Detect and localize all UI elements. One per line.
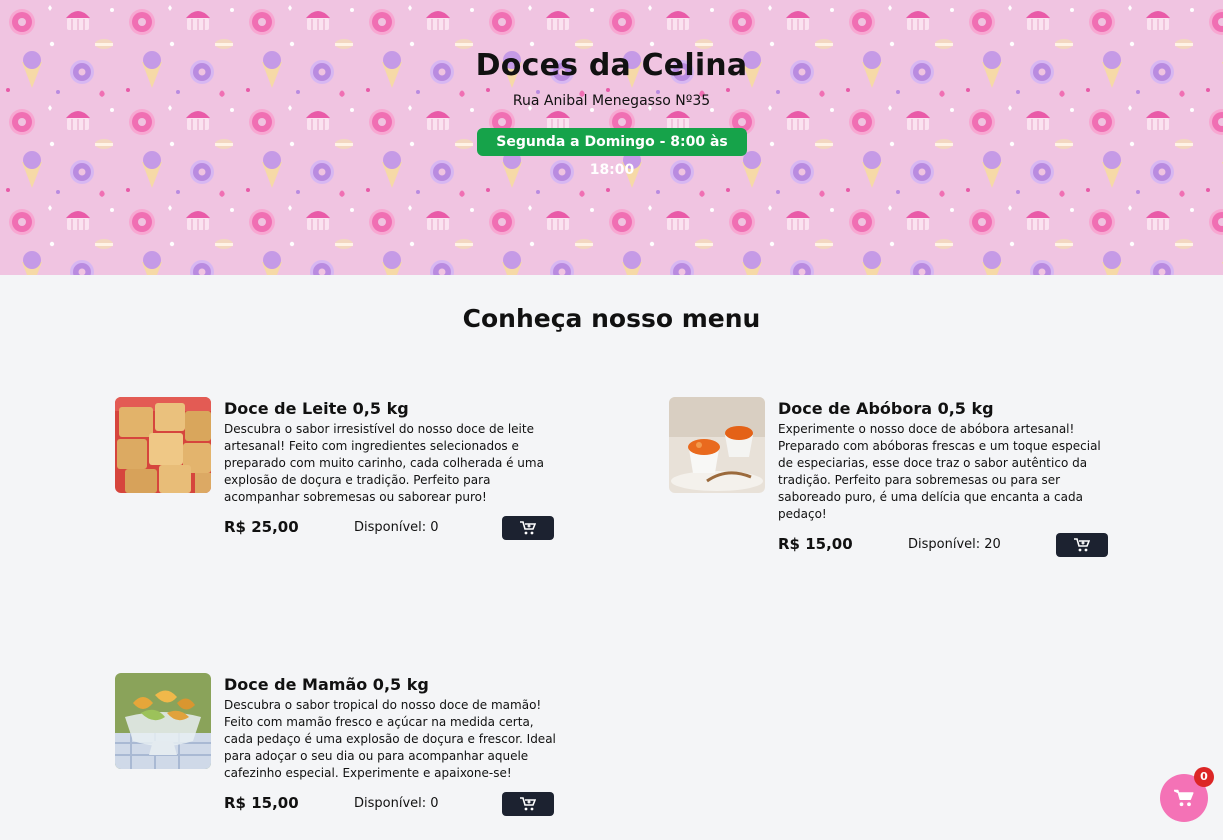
product-stock: Disponível: 20 bbox=[908, 537, 1001, 552]
product-name: Doce de Leite 0,5 kg bbox=[224, 399, 409, 418]
product-name: Doce de Abóbora 0,5 kg bbox=[778, 399, 994, 418]
product-price: R$ 15,00 bbox=[778, 535, 853, 553]
add-to-cart-button[interactable] bbox=[502, 792, 554, 816]
add-to-cart-button[interactable] bbox=[1056, 533, 1108, 557]
product-price: R$ 15,00 bbox=[224, 794, 299, 812]
hero-banner: Doces da Celina Rua Anibal Menegasso Nº3… bbox=[0, 0, 1223, 275]
product-description: Descubra o sabor tropical do nosso doce … bbox=[224, 698, 556, 780]
menu-title: Conheça nosso menu bbox=[462, 304, 761, 333]
hero-content: Doces da Celina Rua Anibal Menegasso Nº3… bbox=[0, 0, 1223, 275]
opening-hours-badge: Segunda a Domingo - 8:00 às 18:00 bbox=[477, 128, 747, 178]
shopping-cart-icon bbox=[1174, 789, 1194, 807]
cart-plus-icon bbox=[1074, 538, 1090, 552]
product-footer: R$ 25,00 Disponível: 0 bbox=[224, 516, 554, 540]
product-card: Doce de Leite 0,5 kg Descubra o sabor ir… bbox=[115, 397, 560, 547]
product-image-doce-de-mamao bbox=[115, 673, 211, 769]
product-stock: Disponível: 0 bbox=[354, 796, 439, 811]
product-description: Descubra o sabor irresistível do nosso d… bbox=[224, 422, 544, 504]
product-price: R$ 25,00 bbox=[224, 518, 299, 536]
shop-address: Rua Anibal Menegasso Nº35 bbox=[512, 93, 711, 109]
product-footer: R$ 15,00 Disponível: 20 bbox=[778, 533, 1108, 557]
product-footer: R$ 15,00 Disponível: 0 bbox=[224, 792, 554, 816]
product-image-doce-de-leite bbox=[115, 397, 211, 493]
product-description: Experimente o nosso doce de abóbora arte… bbox=[778, 422, 1101, 521]
product-card: Doce de Abóbora 0,5 kg Experimente o nos… bbox=[669, 397, 1114, 562]
product-image-doce-de-abobora bbox=[669, 397, 765, 493]
product-name: Doce de Mamão 0,5 kg bbox=[224, 675, 429, 694]
cart-plus-icon bbox=[520, 797, 536, 811]
cart-plus-icon bbox=[520, 521, 536, 535]
add-to-cart-button[interactable] bbox=[502, 516, 554, 540]
cart-count-badge: 0 bbox=[1194, 767, 1214, 787]
product-stock: Disponível: 0 bbox=[354, 520, 439, 535]
shop-title: Doces da Celina bbox=[475, 48, 748, 83]
product-card: Doce de Mamão 0,5 kg Descubra o sabor tr… bbox=[115, 673, 560, 823]
